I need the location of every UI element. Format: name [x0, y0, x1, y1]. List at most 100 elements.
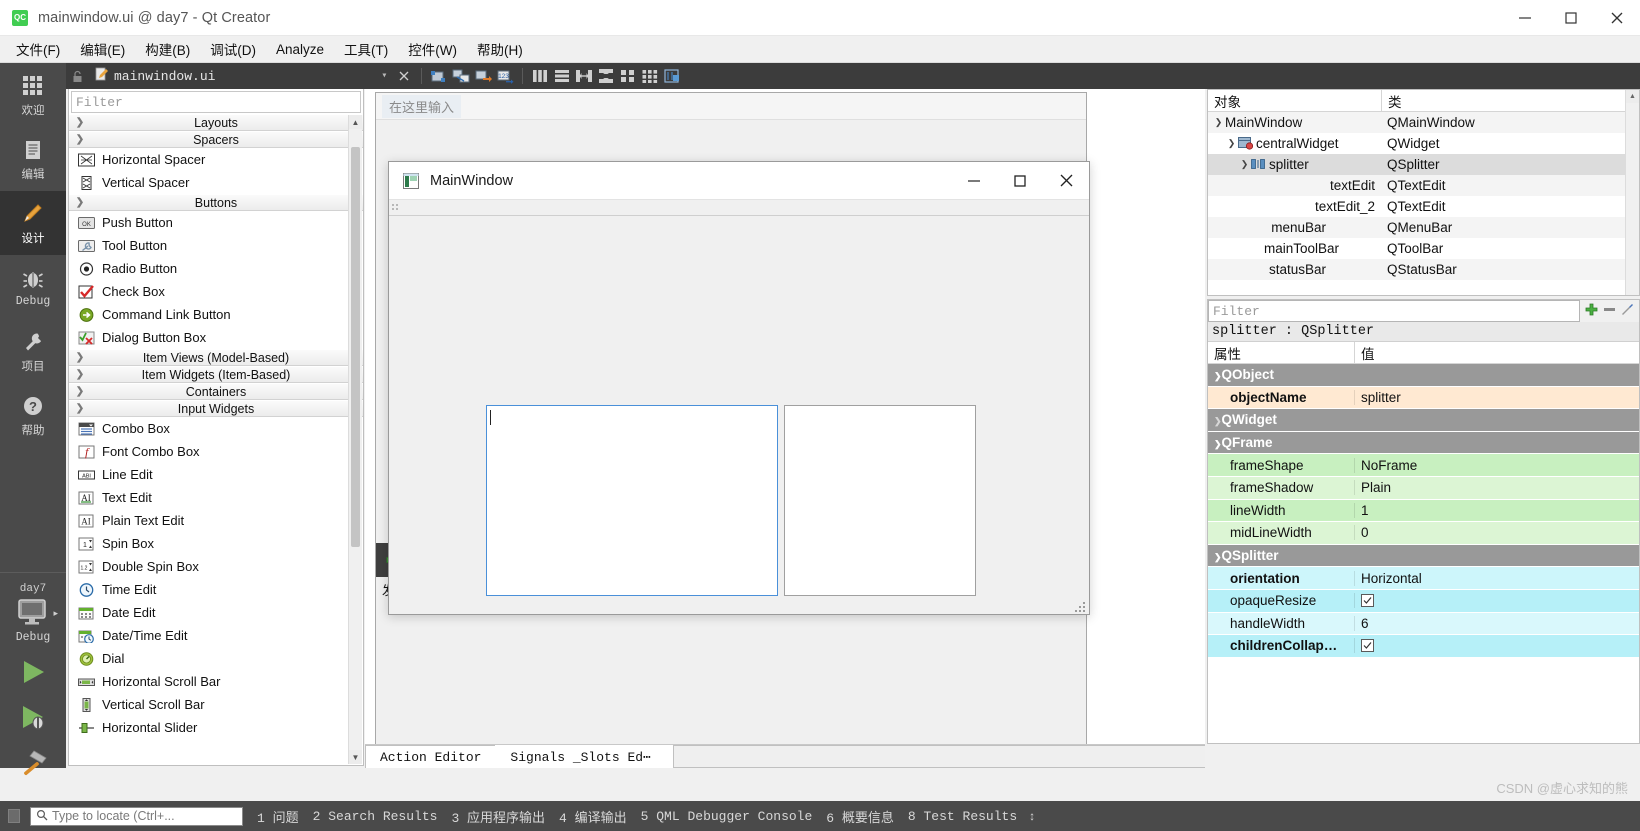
chevron-down-icon[interactable]: ❯ — [1214, 439, 1222, 449]
status-item-qml-debugger[interactable]: 5 QML Debugger Console — [641, 809, 813, 824]
property-value[interactable]: 1 — [1354, 502, 1639, 518]
list-item[interactable]: AI Text Edit — [69, 486, 363, 509]
widget-category-item-views[interactable]: ❯ Item Views (Model-Based) — [69, 349, 363, 366]
widget-category-item-widgets[interactable]: ❯ Item Widgets (Item-Based) — [69, 366, 363, 383]
table-row[interactable]: ❯ splitter QSplitter — [1208, 154, 1639, 175]
configure-icon[interactable] — [1620, 302, 1635, 320]
menu-analyze[interactable]: Analyze — [266, 38, 334, 61]
property-value[interactable]: 0 — [1354, 525, 1639, 541]
maximize-icon[interactable] — [997, 162, 1043, 200]
list-item[interactable]: OK Push Button — [69, 211, 363, 234]
table-row[interactable]: textEdit_2 QTextEdit — [1208, 196, 1639, 217]
property-row-objectname[interactable]: objectName splitter — [1208, 386, 1639, 410]
kit-selector[interactable]: day7 ▸ Debug — [0, 583, 66, 644]
edit-tab-order-icon[interactable]: 123 — [494, 65, 516, 87]
status-item-app-output[interactable]: 3 应用程序输出 — [451, 807, 545, 826]
status-item-search-results[interactable]: 2 Search Results — [313, 809, 438, 824]
resize-grip-icon[interactable] — [1075, 601, 1086, 612]
menu-tools[interactable]: 工具(T) — [334, 35, 398, 63]
updown-arrows-icon[interactable]: ↕ — [1029, 809, 1035, 823]
status-item-test-results[interactable]: 8 Test Results — [908, 809, 1017, 824]
edit-widgets-icon[interactable] — [428, 65, 450, 87]
property-group-qwidget[interactable]: ❯QWidget — [1208, 409, 1639, 432]
chevron-down-icon[interactable]: ❯ — [1212, 117, 1225, 128]
list-item[interactable]: Horizontal Spacer — [69, 148, 363, 171]
sidebar-item-edit[interactable]: 编辑 — [0, 127, 66, 191]
add-icon[interactable] — [1584, 302, 1599, 320]
tab-signals-slots-editor[interactable]: Signals _Slots Ed⋯ — [495, 745, 666, 768]
menu-help[interactable]: 帮助(H) — [467, 35, 533, 63]
menu-widgets[interactable]: 控件(W) — [398, 35, 467, 63]
preview-menubar[interactable] — [389, 200, 1089, 216]
layout-horizontal-icon[interactable] — [529, 65, 551, 87]
close-icon[interactable] — [1594, 0, 1640, 36]
list-item[interactable]: 1.2 Double Spin Box — [69, 555, 363, 578]
property-row-frameshadow[interactable]: frameShadow Plain — [1208, 476, 1639, 500]
list-item[interactable]: Combo Box — [69, 417, 363, 440]
mainwindow-preview[interactable]: MainWindow — [388, 161, 1090, 615]
minimize-icon[interactable] — [1502, 0, 1548, 36]
widget-category-layouts[interactable]: ❯ Layouts — [69, 114, 363, 131]
sidebar-toggle-icon[interactable] — [8, 809, 20, 823]
textedit-2[interactable] — [784, 405, 976, 596]
list-item[interactable]: Time Edit — [69, 578, 363, 601]
run-button[interactable] — [18, 658, 48, 689]
list-item[interactable]: Command Link Button — [69, 303, 363, 326]
chevron-down-icon[interactable]: ❯ — [1214, 371, 1222, 381]
minimize-icon[interactable] — [951, 162, 997, 200]
menu-edit[interactable]: 编辑(E) — [70, 35, 135, 63]
debug-button[interactable] — [18, 703, 48, 734]
widget-category-containers[interactable]: ❯ Containers — [69, 383, 363, 400]
sidebar-item-design[interactable]: 设计 — [0, 191, 66, 255]
status-item-compile-output[interactable]: 4 编译输出 — [559, 807, 627, 826]
property-row-handlewidth[interactable]: handleWidth 6 — [1208, 612, 1639, 636]
table-row[interactable]: menuBar QMenuBar — [1208, 217, 1639, 238]
property-group-qsplitter[interactable]: ❯QSplitter — [1208, 544, 1639, 568]
chevron-down-icon[interactable]: ❯ — [1238, 159, 1251, 170]
layout-grid-icon[interactable] — [639, 65, 661, 87]
chevron-down-icon[interactable]: ❯ — [1214, 552, 1222, 562]
property-row-linewidth[interactable]: lineWidth 1 — [1208, 499, 1639, 523]
widget-category-buttons[interactable]: ❯ Buttons — [69, 194, 363, 211]
scroll-up-icon[interactable]: ▲ — [349, 115, 362, 129]
list-item[interactable]: Vertical Scroll Bar — [69, 693, 363, 716]
close-x-icon[interactable] — [393, 65, 415, 87]
tab-action-editor[interactable]: Action Editor — [365, 745, 497, 768]
object-tree-scrollbar[interactable]: ▲ — [1625, 90, 1639, 295]
property-row-midlinewidth[interactable]: midLineWidth 0 — [1208, 522, 1639, 545]
sidebar-item-projects[interactable]: 项目 — [0, 319, 66, 383]
property-group-qobject[interactable]: ❯QObject — [1208, 364, 1639, 387]
table-row[interactable]: ❯ MainWindow QMainWindow — [1208, 112, 1639, 133]
widget-box-filter-input[interactable]: Filter — [71, 91, 361, 113]
table-row[interactable]: mainToolBar QToolBar — [1208, 238, 1639, 259]
property-row-frameshape[interactable]: frameShape NoFrame — [1208, 454, 1639, 477]
table-row[interactable]: statusBar QStatusBar — [1208, 259, 1639, 280]
editor-file-tab[interactable]: mainwindow.ui ▾ — [88, 67, 393, 85]
menu-file[interactable]: 文件(F) — [6, 35, 70, 63]
layout-splitter-h-icon[interactable] — [573, 65, 595, 87]
layout-form-icon[interactable] — [617, 65, 639, 87]
list-item[interactable]: Dialog Button Box — [69, 326, 363, 349]
status-item-issues[interactable]: 1 问题 — [257, 807, 299, 826]
list-item[interactable]: Date/Time Edit — [69, 624, 363, 647]
widget-box-scrollbar[interactable]: ▲ ▼ — [348, 115, 362, 764]
widget-category-input-widgets[interactable]: ❯ Input Widgets — [69, 400, 363, 417]
edit-signals-slots-icon[interactable] — [450, 65, 472, 87]
checkbox-icon[interactable] — [1361, 639, 1374, 653]
list-item[interactable]: Date Edit — [69, 601, 363, 624]
list-item[interactable]: Tool Button — [69, 234, 363, 257]
property-row-orientation[interactable]: orientation Horizontal — [1208, 567, 1639, 590]
widget-category-spacers[interactable]: ❯ Spacers — [69, 131, 363, 148]
list-item[interactable]: Horizontal Slider — [69, 716, 363, 739]
break-layout-icon[interactable] — [661, 65, 683, 87]
menu-placeholder[interactable]: 在这里输入 — [382, 94, 462, 118]
build-button[interactable] — [18, 748, 48, 779]
scroll-down-icon[interactable]: ▼ — [349, 750, 362, 764]
property-value[interactable]: Plain — [1354, 480, 1639, 496]
maximize-icon[interactable] — [1548, 0, 1594, 36]
scroll-up-icon[interactable]: ▲ — [1626, 90, 1639, 103]
status-item-overview[interactable]: 6 概要信息 — [826, 807, 894, 826]
list-item[interactable]: AI Plain Text Edit — [69, 509, 363, 532]
table-row[interactable]: ❯ centralWidget QWidget — [1208, 133, 1639, 154]
menu-debug[interactable]: 调试(D) — [200, 35, 266, 63]
